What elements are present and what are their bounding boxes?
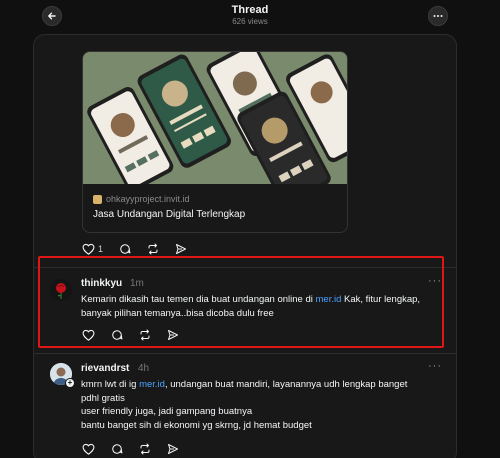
more-options-button[interactable] xyxy=(428,6,448,26)
reply-button[interactable] xyxy=(119,243,131,255)
page-title: Thread xyxy=(231,4,269,16)
repost-button[interactable] xyxy=(139,329,151,341)
post-line: pdhl gratis xyxy=(81,392,125,404)
repost-button[interactable] xyxy=(147,243,159,255)
post-line: bantu banget sih di ekonomi yg skrng, jd… xyxy=(81,419,312,431)
repost-icon xyxy=(140,443,150,455)
post-text: kmrn lwt di ig mer.id, undangan buat man… xyxy=(81,378,441,432)
repost-button[interactable] xyxy=(139,443,151,455)
heart-icon xyxy=(82,329,95,341)
comment-icon xyxy=(120,244,131,254)
share-button[interactable] xyxy=(175,243,187,255)
repost-icon xyxy=(140,329,150,341)
reply-button[interactable] xyxy=(111,443,123,455)
follow-plus-icon[interactable]: + xyxy=(65,378,75,388)
view-count: 626 views xyxy=(232,17,268,26)
repost-icon xyxy=(148,243,158,255)
like-button[interactable]: 1 xyxy=(82,243,103,255)
top-bar: Thread 626 views xyxy=(0,0,500,34)
rose-avatar-icon xyxy=(50,279,72,301)
link-title: Jasa Undangan Digital Terlengkap xyxy=(93,209,246,220)
mention-link[interactable]: mer.id xyxy=(316,294,342,305)
post-text-part: Kemarin dikasih tau temen dia buat undan… xyxy=(81,294,316,305)
post-more-options-icon[interactable]: ··· xyxy=(428,360,442,372)
username-rievandrst[interactable]: rievandrst xyxy=(81,363,129,374)
link-preview-card[interactable]: ohkayyproject.invit.id Jasa Undangan Dig… xyxy=(82,51,348,233)
divider xyxy=(34,267,456,268)
send-icon xyxy=(176,244,187,254)
post-line: user friendly juga, jadi gampang buatnya xyxy=(81,406,253,417)
reply-rievandrst-actions xyxy=(82,443,195,455)
like-button[interactable] xyxy=(82,329,95,341)
link-domain: ohkayyproject.invit.id xyxy=(106,194,190,204)
post-line: kmrn lwt di ig mer.id, undangan buat man… xyxy=(81,378,441,392)
post-more-options-icon[interactable]: ··· xyxy=(428,275,442,287)
send-icon xyxy=(168,444,178,454)
divider xyxy=(34,353,456,354)
mention-link[interactable]: mer.id xyxy=(139,379,165,390)
comment-icon xyxy=(112,330,123,340)
avatar-thinkkyu[interactable] xyxy=(50,279,72,301)
share-button[interactable] xyxy=(167,329,179,341)
first-post-actions: 1 xyxy=(82,243,203,255)
heart-icon xyxy=(82,243,95,255)
reply-button[interactable] xyxy=(111,329,123,341)
post-time: 4h xyxy=(138,363,150,374)
like-button[interactable] xyxy=(82,443,95,455)
link-domain-row: ohkayyproject.invit.id xyxy=(93,194,190,204)
post-text: Kemarin dikasih tau temen dia buat undan… xyxy=(81,293,441,320)
post-text-part: kmrn lwt di ig xyxy=(81,379,140,390)
share-button[interactable] xyxy=(167,443,179,455)
post-text-part: , undangan buat mandiri, layanannya udh … xyxy=(164,379,408,390)
reply-thinkkyu-actions xyxy=(82,329,195,341)
username-thinkkyu[interactable]: thinkkyu xyxy=(81,278,122,289)
send-icon xyxy=(168,330,178,340)
post-time: 1m xyxy=(130,278,144,289)
like-count: 1 xyxy=(98,244,104,254)
site-favicon-icon xyxy=(93,194,102,204)
heart-icon xyxy=(82,443,95,455)
thread-panel: ohkayyproject.invit.id Jasa Undangan Dig… xyxy=(33,34,457,458)
link-preview-image xyxy=(83,52,347,184)
more-horizontal-icon xyxy=(433,15,443,17)
comment-icon xyxy=(112,444,123,454)
